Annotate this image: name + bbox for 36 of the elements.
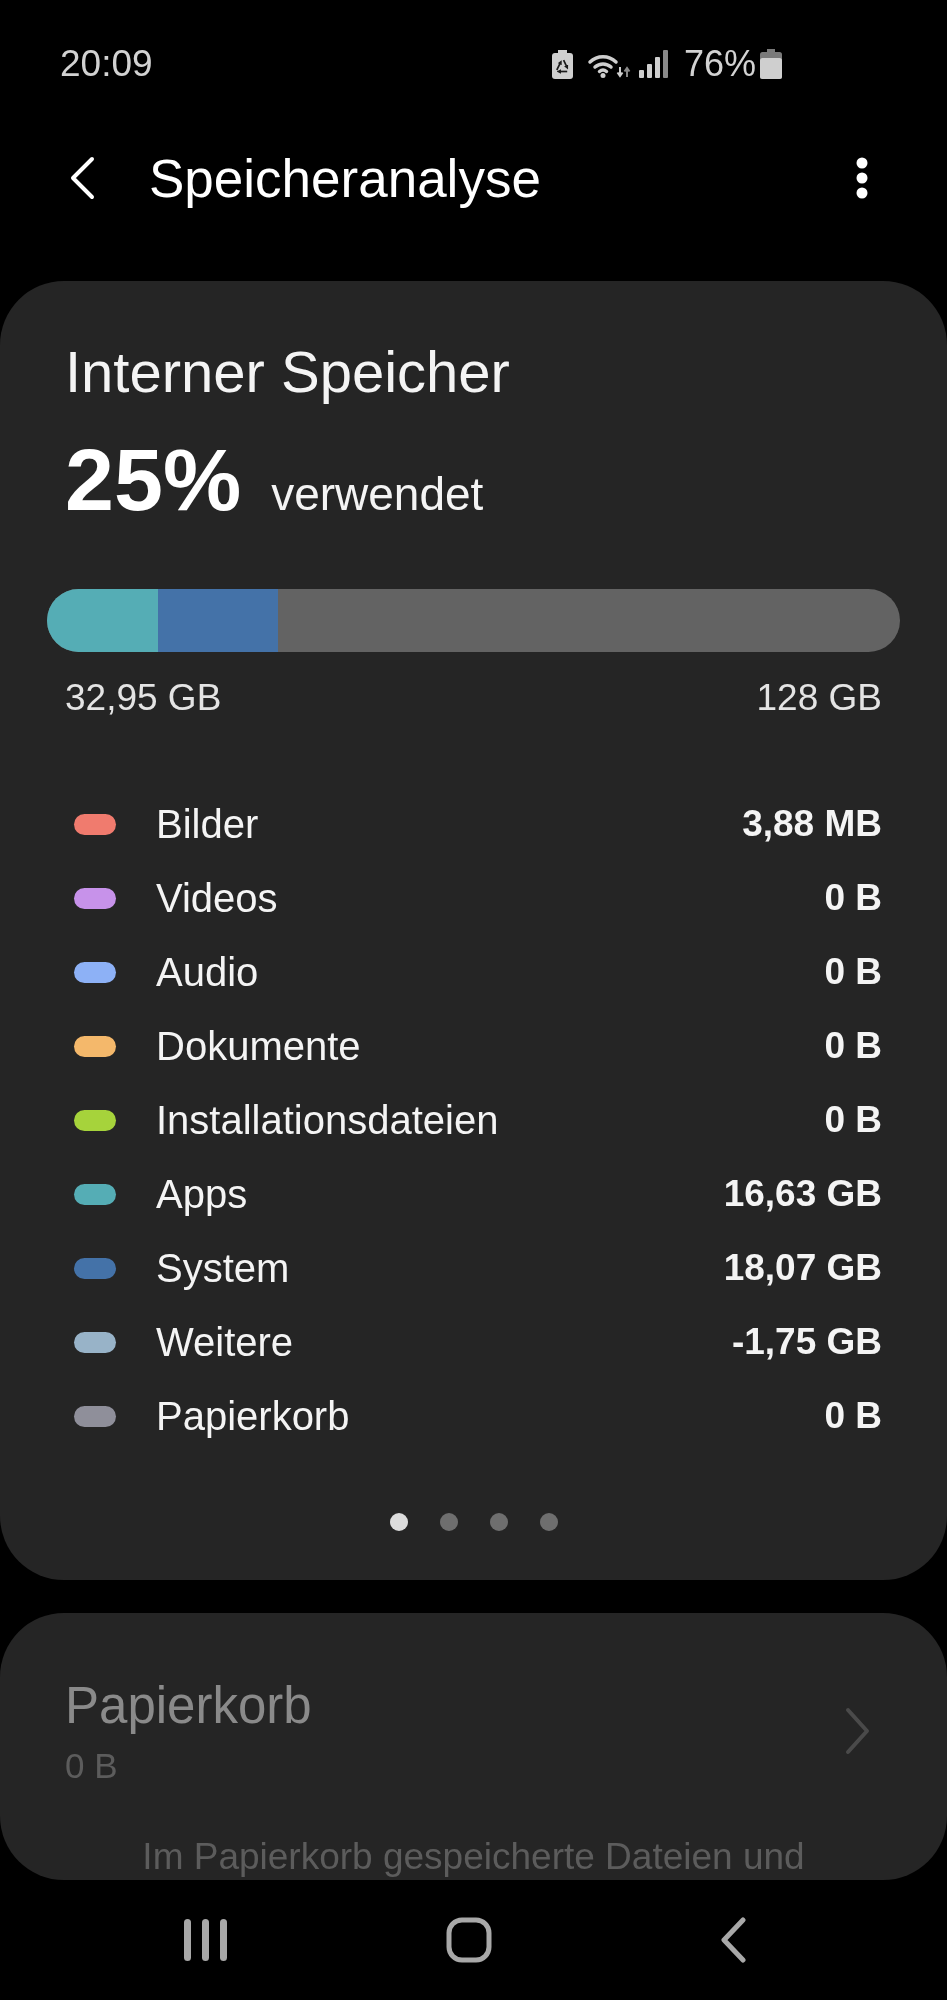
- chevron-right-icon: [843, 1707, 871, 1755]
- recycle-battery-icon: [550, 49, 574, 79]
- category-size: 0 B: [824, 877, 882, 919]
- more-options-icon[interactable]: [856, 157, 868, 199]
- category-size: 3,88 MB: [742, 803, 882, 845]
- category-name: Weitere: [156, 1319, 294, 1365]
- category-name: Bilder: [156, 801, 259, 847]
- category-size: 0 B: [824, 1099, 882, 1141]
- category-name: Papierkorb: [156, 1393, 350, 1439]
- trash-title: Papierkorb: [65, 1676, 313, 1735]
- status-time: 20:09: [60, 43, 153, 85]
- storage-title: Interner Speicher: [65, 339, 511, 404]
- category-name: Apps: [156, 1171, 248, 1217]
- signal-icon: [637, 50, 670, 78]
- battery-percent: 76%: [683, 43, 756, 85]
- total-size: 128 GB: [756, 677, 882, 719]
- category-size: 18,07 GB: [723, 1247, 882, 1289]
- category-size: 16,63 GB: [723, 1173, 882, 1215]
- used-size: 32,95 GB: [65, 677, 222, 719]
- category-size: 0 B: [824, 951, 882, 993]
- category-name: Dokumente: [156, 1023, 361, 1069]
- recent-apps-icon[interactable]: [183, 1919, 227, 1961]
- used-label: verwendet: [271, 467, 484, 521]
- back-icon[interactable]: [68, 156, 96, 200]
- home-icon[interactable]: [446, 1917, 492, 1963]
- used-percent: 25%: [65, 429, 242, 531]
- category-name: Videos: [156, 875, 278, 921]
- category-name: Audio: [156, 949, 259, 995]
- back-icon[interactable]: [719, 1917, 747, 1963]
- category-name: Installationsdateien: [156, 1097, 499, 1143]
- category-size: -1,75 GB: [731, 1321, 882, 1363]
- category-size: 0 B: [824, 1025, 882, 1067]
- battery-icon: [760, 49, 782, 79]
- screen-title: Speicheranalyse: [149, 147, 541, 209]
- category-name: System: [156, 1245, 290, 1291]
- category-size: 0 B: [824, 1395, 882, 1437]
